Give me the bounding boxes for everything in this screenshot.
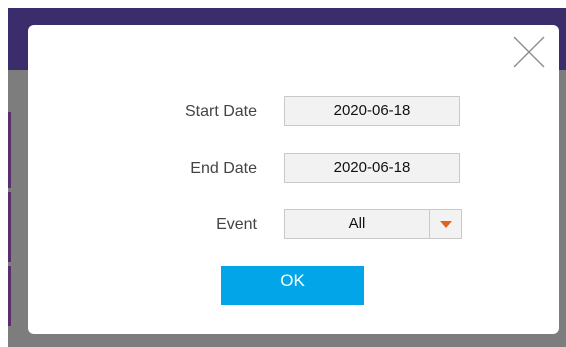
event-select[interactable]: All: [284, 209, 462, 239]
end-date-field[interactable]: 2020-06-18: [284, 153, 460, 183]
start-date-field[interactable]: 2020-06-18: [284, 96, 460, 126]
start-date-label: Start Date: [184, 103, 257, 120]
end-date-row: End Date 2020-06-18: [28, 153, 559, 183]
ok-button[interactable]: OK: [221, 266, 364, 305]
start-date-row: Start Date 2020-06-18: [28, 96, 559, 126]
close-button[interactable]: [512, 35, 546, 69]
background-accent: [8, 112, 11, 188]
end-date-label: End Date: [190, 160, 257, 177]
chevron-down-icon[interactable]: [440, 221, 452, 228]
filter-dialog: Start Date 2020-06-18 End Date 2020-06-1…: [28, 25, 559, 334]
event-select-value: All: [348, 215, 366, 232]
close-icon: [513, 36, 545, 68]
event-row: Event All: [28, 209, 559, 239]
app-screen: Start Date 2020-06-18 End Date 2020-06-1…: [8, 8, 566, 347]
event-label: Event: [216, 216, 257, 233]
background-accent: [8, 192, 11, 262]
background-accent: [8, 266, 11, 326]
select-divider: [429, 210, 430, 238]
